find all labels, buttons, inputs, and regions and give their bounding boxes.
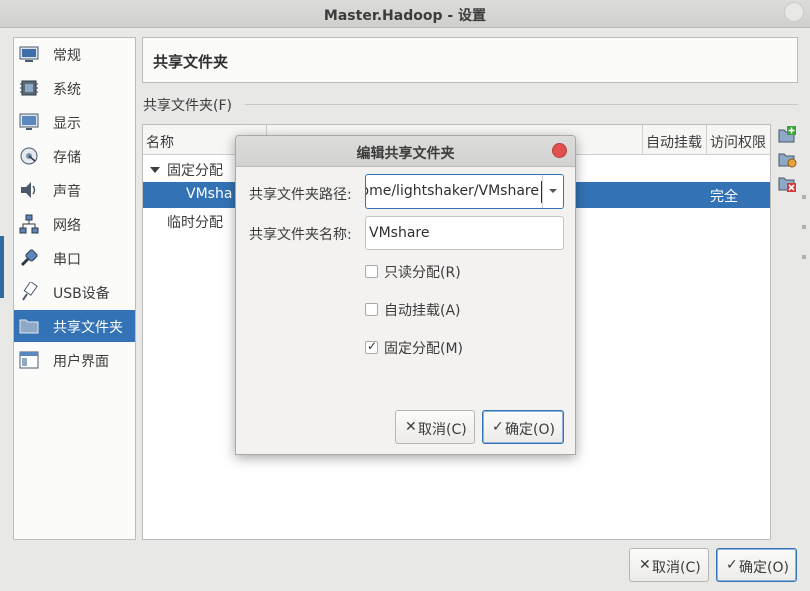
sidebar-item-label: 常规 <box>53 48 81 64</box>
footer-ok-button[interactable]: ✓ 确定(O) <box>716 548 797 582</box>
sidebar-item-label: 共享文件夹 <box>53 320 123 336</box>
general-icon <box>19 46 39 62</box>
sidebar-item-label: 显示 <box>53 116 81 132</box>
column-header-auto-mount[interactable]: 自动挂载 <box>643 125 707 155</box>
checkbox-box[interactable] <box>365 265 378 278</box>
sidebar-item-usb[interactable]: USB设备 <box>14 276 135 308</box>
expand-triangle-icon[interactable] <box>150 167 160 173</box>
checkbox-box[interactable]: ✓ <box>365 339 378 354</box>
system-icon <box>20 80 38 96</box>
column-header-access[interactable]: 访问权限 <box>707 125 770 155</box>
sidebar-item-label: 用户界面 <box>53 354 109 370</box>
shared-folder-name: VMsha <box>186 186 233 202</box>
display-icon <box>19 113 39 130</box>
footer-cancel-button[interactable]: ✕ 取消(C) <box>629 548 709 582</box>
checkmark-icon: ✓ <box>726 557 738 573</box>
background-scroll-indicator-icon <box>802 195 806 259</box>
sidebar-item-label: 存储 <box>53 150 81 166</box>
window-titlebar: Master.Hadoop - 设置 <box>0 0 810 28</box>
checkmark-icon: ✓ <box>367 339 378 353</box>
add-shared-folder-icon[interactable] <box>777 125 797 145</box>
edit-shared-folder-icon[interactable] <box>777 149 797 169</box>
sidebar-item-audio[interactable]: 声音 <box>14 174 135 206</box>
dialog-ok-button[interactable]: ✓ 确定(O) <box>482 410 564 444</box>
sidebar-item-label: 声音 <box>53 184 81 200</box>
page-header: 共享文件夹 <box>142 37 798 83</box>
sidebar-item-user-interface[interactable]: 用户界面 <box>14 344 135 376</box>
sidebar-item-label: 串口 <box>53 252 81 268</box>
folder-path-combobox[interactable]: /home/lightshaker/VMshare <box>365 174 564 209</box>
tree-group-label: 固定分配 <box>167 163 223 179</box>
storage-icon <box>20 147 38 165</box>
network-icon <box>19 214 39 234</box>
user-interface-icon <box>19 351 39 369</box>
sidebar-item-network[interactable]: 网络 <box>14 208 135 240</box>
sidebar-item-shared-folders[interactable]: 共享文件夹 <box>14 310 135 342</box>
window-close-button[interactable] <box>784 2 804 22</box>
sidebar-item-system[interactable]: 系统 <box>14 72 135 104</box>
cancel-x-icon: ✕ <box>405 419 417 435</box>
remove-shared-folder-icon[interactable] <box>777 173 797 193</box>
folder-path-value: /home/lightshaker/VMshare <box>365 183 539 199</box>
chevron-down-icon <box>549 189 557 193</box>
folder-name-input[interactable]: VMshare <box>365 216 564 250</box>
folder-name-value: VMshare <box>369 225 430 241</box>
checkbox-box[interactable] <box>365 303 378 316</box>
shared-folders-group-label: 共享文件夹(F) <box>143 98 232 114</box>
sidebar-item-serial-port[interactable]: 串口 <box>14 242 135 274</box>
sidebar-item-storage[interactable]: 存储 <box>14 140 135 172</box>
settings-sidebar: 常规 系统 显示 存储 声音 网络 串口 USB设备 共享文件夹 用户界面 <box>13 37 136 540</box>
sidebar-item-general[interactable]: 常规 <box>14 38 135 70</box>
dialog-close-button[interactable] <box>552 143 567 158</box>
folder-path-label: 共享文件夹路径: <box>249 187 352 203</box>
sidebar-item-label: USB设备 <box>53 286 110 302</box>
automount-checkbox-label: 自动挂载(A) <box>384 303 461 319</box>
group-divider <box>245 104 798 105</box>
shared-folder-access: 完全 <box>710 189 738 205</box>
sidebar-item-display[interactable]: 显示 <box>14 106 135 138</box>
dialog-titlebar: 编辑共享文件夹 <box>236 136 575 167</box>
window-title: Master.Hadoop - 设置 <box>323 8 487 24</box>
shared-folder-icon <box>19 319 39 334</box>
serial-port-icon <box>20 249 38 267</box>
checkmark-icon: ✓ <box>492 419 504 435</box>
sidebar-item-label: 系统 <box>53 82 81 98</box>
dialog-title: 编辑共享文件夹 <box>356 146 455 162</box>
dialog-cancel-button[interactable]: ✕ 取消(C) <box>395 410 475 444</box>
audio-icon <box>21 182 36 198</box>
cancel-x-icon: ✕ <box>639 557 651 573</box>
edit-shared-folder-dialog: 编辑共享文件夹 共享文件夹路径: /home/lightshaker/VMsha… <box>235 135 576 455</box>
permanent-checkbox-label: 固定分配(M) <box>384 341 464 357</box>
readonly-checkbox-label: 只读分配(R) <box>384 265 461 281</box>
background-window-edge <box>0 236 4 298</box>
usb-icon <box>22 282 38 301</box>
page-title: 共享文件夹 <box>153 53 229 71</box>
sidebar-item-label: 网络 <box>53 218 81 234</box>
folder-name-label: 共享文件夹名称: <box>249 227 352 243</box>
folder-path-dropdown-button[interactable] <box>542 175 563 208</box>
tree-group-label: 临时分配 <box>167 215 223 231</box>
